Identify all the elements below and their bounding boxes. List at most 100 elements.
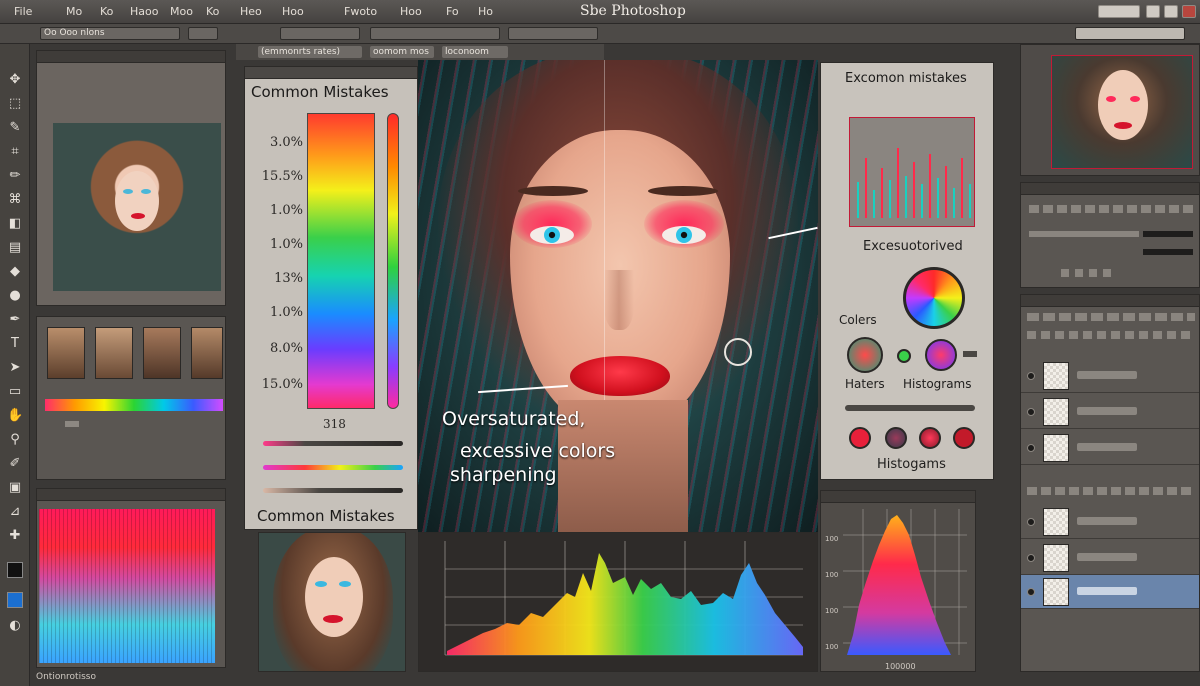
layer-row-selected[interactable]	[1021, 575, 1199, 609]
option-field-a[interactable]	[188, 27, 218, 40]
close-button[interactable]	[1182, 5, 1196, 18]
layers-options[interactable]	[1027, 331, 1195, 339]
pen-tool-icon[interactable]: ✒	[7, 312, 23, 328]
document-tab[interactable]: Oo Ooo nlons	[40, 27, 180, 40]
layer-visibility-icon[interactable]	[1027, 554, 1035, 562]
layer-visibility-icon[interactable]	[1027, 444, 1035, 452]
hist-ylabel-1: 100	[825, 571, 839, 579]
menu-item-2[interactable]: Ko	[100, 5, 113, 18]
note-tool-icon[interactable]: ▣	[7, 480, 23, 496]
eraser-tool-icon[interactable]: ◧	[7, 216, 23, 232]
layer-row-5[interactable]	[1021, 541, 1199, 575]
minimize-button[interactable]	[1146, 5, 1160, 18]
pct-0: 3.0%	[269, 135, 303, 150]
menu-item-4[interactable]: Moo	[170, 5, 193, 18]
swatch-red-1[interactable]	[849, 427, 871, 449]
properties-buttons[interactable]	[1061, 269, 1111, 277]
menu-item-6[interactable]: Heo	[240, 5, 262, 18]
gradient-tool-icon[interactable]: ▤	[7, 240, 23, 256]
ruler-tool-icon[interactable]: ⊿	[7, 504, 23, 520]
slider-2[interactable]	[263, 465, 403, 470]
layer-name	[1077, 587, 1137, 595]
shape-tool-icon[interactable]: ▭	[7, 384, 23, 400]
thumbnail-3[interactable]	[143, 327, 181, 379]
swatch-red-2[interactable]	[919, 427, 941, 449]
layer-row-3[interactable]	[1021, 431, 1199, 465]
layers-toolbar[interactable]	[1027, 313, 1195, 321]
menu-item-8[interactable]: Fwoto	[344, 5, 377, 18]
stamp-tool-icon[interactable]: ⌘	[7, 192, 23, 208]
spectrum-marker[interactable]	[65, 421, 79, 427]
thumbnail-2[interactable]	[95, 327, 133, 379]
text-tool-icon[interactable]: T	[7, 336, 23, 352]
option-field-c[interactable]	[370, 27, 500, 40]
swatch-large-right[interactable]	[925, 339, 957, 371]
layer-row-2[interactable]	[1021, 395, 1199, 429]
menu-item-7[interactable]: Hoo	[282, 5, 304, 18]
layer-row-4[interactable]	[1021, 505, 1199, 539]
swatch-small[interactable]	[897, 349, 911, 363]
properties-row-2[interactable]	[1029, 231, 1139, 237]
marquee-tool-icon[interactable]: ⬚	[7, 96, 23, 112]
layer-visibility-icon[interactable]	[1027, 518, 1035, 526]
brush-tool-icon[interactable]: ✏	[7, 168, 23, 184]
caption-line-1: Oversaturated,	[442, 408, 586, 430]
menu-item-0[interactable]: File	[14, 5, 32, 18]
color-spectrum[interactable]	[307, 113, 375, 409]
move-tool-icon[interactable]: ✥	[7, 72, 23, 88]
menu-item-1[interactable]: Mo	[66, 5, 82, 18]
option-field-b[interactable]	[280, 27, 360, 40]
hand-tool-icon[interactable]: ✋	[7, 408, 23, 424]
foreground-color-icon[interactable]	[7, 562, 23, 578]
layer-name	[1077, 443, 1137, 451]
workspace-button[interactable]	[1098, 5, 1140, 18]
properties-slider-2[interactable]	[1143, 249, 1193, 255]
hue-slider[interactable]	[387, 113, 399, 409]
quick-mask-icon[interactable]: ◐	[7, 618, 23, 634]
swatch-dark-1[interactable]	[885, 427, 907, 449]
maximize-button[interactable]	[1164, 5, 1178, 18]
properties-slider-1[interactable]	[1143, 231, 1193, 237]
main-canvas[interactable]: Oversaturated, excessive colors sharpeni…	[418, 60, 818, 532]
background-color-icon[interactable]	[7, 592, 23, 608]
document-tab-1[interactable]: (emmonrts rates)	[258, 46, 362, 58]
search-field[interactable]	[1075, 27, 1185, 40]
waveform-svg	[857, 148, 971, 218]
lasso-tool-icon[interactable]: ✎	[7, 120, 23, 136]
layer-visibility-icon[interactable]	[1027, 372, 1035, 380]
layer-visibility-icon[interactable]	[1027, 588, 1035, 596]
properties-row-1[interactable]	[1029, 205, 1193, 213]
layer-visibility-icon[interactable]	[1027, 408, 1035, 416]
color-wheel[interactable]	[903, 267, 965, 329]
menu-item-10[interactable]: Fo	[446, 5, 459, 18]
pct-7: 15.0%	[261, 377, 303, 392]
document-tab-3[interactable]: loconoom	[442, 46, 508, 58]
slider-1[interactable]	[263, 441, 403, 446]
menu-item-5[interactable]: Ko	[206, 5, 219, 18]
menu-item-3[interactable]: Haoo	[130, 5, 158, 18]
option-field-d[interactable]	[508, 27, 598, 40]
waveform-lines	[857, 148, 971, 218]
before-after-divider[interactable]	[604, 60, 605, 400]
blur-tool-icon[interactable]: ◆	[7, 264, 23, 280]
layers-group-header[interactable]	[1027, 487, 1195, 495]
menu-item-11[interactable]: Ho	[478, 5, 493, 18]
document-tab-2[interactable]: oomom mos	[370, 46, 434, 58]
crop-tool-icon[interactable]: ⌗	[7, 144, 23, 160]
swatch-slider[interactable]	[963, 351, 977, 357]
dodge-tool-icon[interactable]: ●	[7, 288, 23, 304]
adjust-slider[interactable]	[845, 405, 975, 411]
zoom-tool-icon[interactable]: ⚲	[7, 432, 23, 448]
eyedropper-tool-icon[interactable]: ✐	[7, 456, 23, 472]
thumbnail-4[interactable]	[191, 327, 223, 379]
waveform-chart	[849, 117, 975, 227]
slider-3[interactable]	[263, 488, 403, 493]
swatch-large-left[interactable]	[847, 337, 883, 373]
swatch-red-3[interactable]	[953, 427, 975, 449]
layer-row-1[interactable]	[1021, 359, 1199, 393]
mistakes-panel-header	[245, 67, 417, 79]
thumbnail-1[interactable]	[47, 327, 85, 379]
menu-item-9[interactable]: Hoo	[400, 5, 422, 18]
heal-tool-icon[interactable]: ✚	[7, 528, 23, 544]
path-tool-icon[interactable]: ➤	[7, 360, 23, 376]
